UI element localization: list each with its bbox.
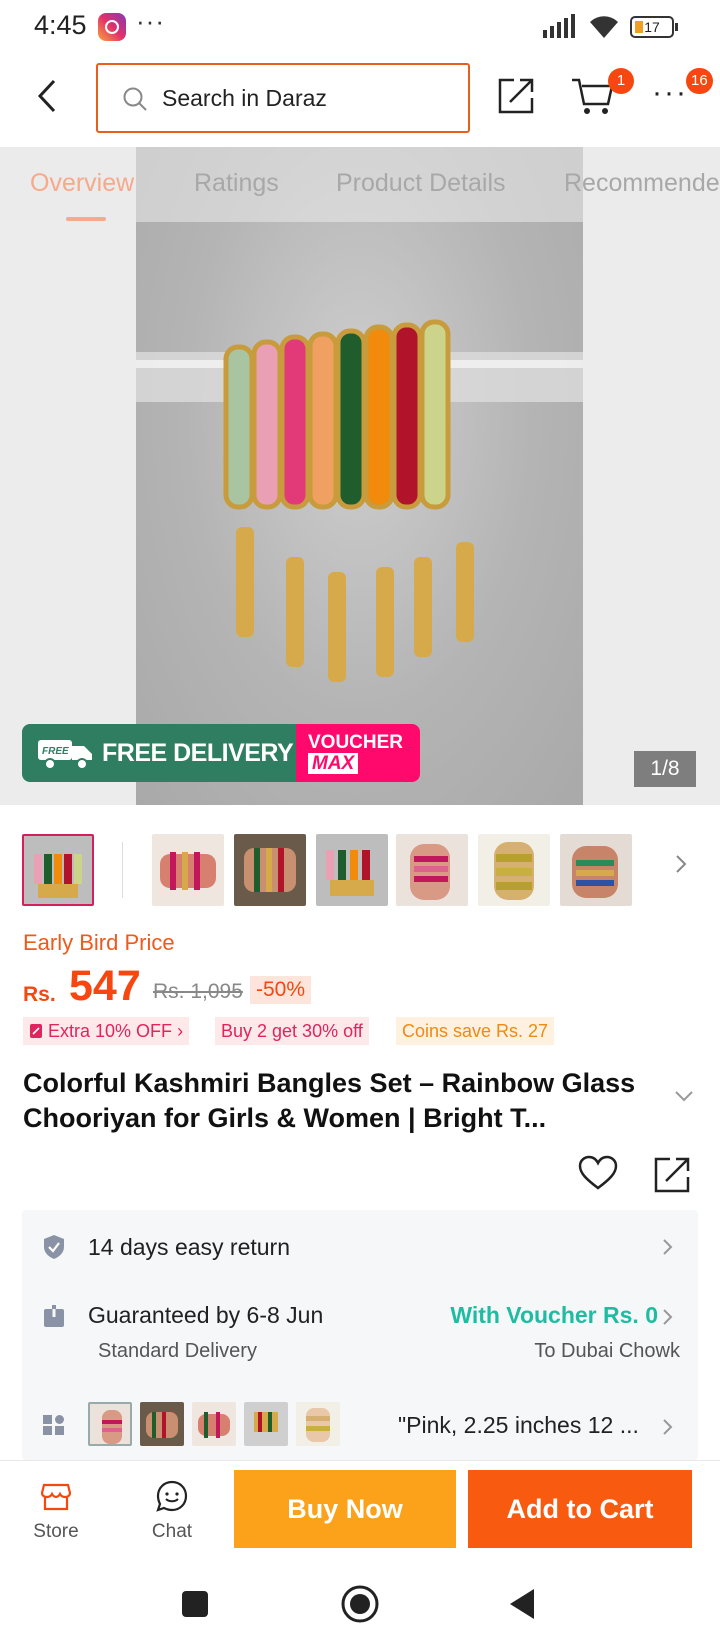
chevron-right-icon: › xyxy=(177,1021,184,1041)
store-icon xyxy=(40,1483,72,1511)
battery-level: 17 xyxy=(644,19,660,35)
notification-count-badge: 16 xyxy=(686,68,713,94)
return-policy-row[interactable]: 14 days easy return xyxy=(22,1210,698,1280)
chevron-down-icon[interactable] xyxy=(674,1090,694,1102)
section-tabs: Overview Ratings Product Details Recomme… xyxy=(0,147,720,222)
variant-thumbnail-4[interactable] xyxy=(244,1402,288,1446)
status-time: 4:45 xyxy=(34,10,87,40)
image-counter: 1/8 xyxy=(634,751,696,787)
free-delivery-banner: FREE FREE DELIVERY VOUCHER MAX xyxy=(22,724,420,782)
package-icon xyxy=(44,1305,64,1327)
variant-thumbnail-1[interactable] xyxy=(88,1402,132,1446)
share-icon[interactable] xyxy=(652,1155,692,1195)
cart-count-badge: 1 xyxy=(608,68,634,94)
variant-thumbnail-2[interactable] xyxy=(140,1402,184,1446)
service-info-box: 14 days easy return Guaranteed by 6-8 Ju… xyxy=(22,1210,698,1460)
search-input[interactable]: Search in Daraz xyxy=(96,63,470,133)
active-tab-indicator xyxy=(66,217,106,221)
voucher-icon xyxy=(30,1024,42,1038)
early-bird-label: Early Bird Price xyxy=(23,930,175,955)
return-policy-text: 14 days easy return xyxy=(88,1234,291,1260)
top-header: Search in Daraz 1 ··· 16 xyxy=(0,56,720,144)
delivery-type-text: Standard Delivery xyxy=(98,1340,257,1362)
product-title[interactable]: Colorful Kashmiri Bangles Set – Rainbow … xyxy=(23,1066,663,1136)
thumbnail-2[interactable] xyxy=(152,834,224,906)
battery-indicator: 17 xyxy=(630,16,678,38)
back-arrow-icon[interactable] xyxy=(36,78,58,114)
voucher-max-section: VOUCHER MAX xyxy=(296,724,420,782)
selected-variant-text: "Pink, 2.25 inches 12 ... xyxy=(398,1412,639,1438)
signal-icon xyxy=(543,14,575,38)
home-icon[interactable] xyxy=(340,1584,380,1624)
discount-badge: -50% xyxy=(250,976,312,1004)
more-notifications-icon: ··· xyxy=(136,6,165,36)
extra-off-text: Extra 10% OFF xyxy=(48,1021,173,1041)
thumbnail-strip xyxy=(22,834,712,910)
chevron-right-icon[interactable] xyxy=(674,852,688,876)
search-icon xyxy=(123,87,147,111)
free-tag: FREE xyxy=(42,746,69,757)
wifi-icon xyxy=(590,16,618,38)
tab-ratings[interactable]: Ratings xyxy=(194,169,279,198)
bottom-action-bar: Store Chat Buy Now Add to Cart xyxy=(0,1460,720,1554)
add-to-cart-button[interactable]: Add to Cart xyxy=(468,1470,692,1548)
variant-thumbnail-5[interactable] xyxy=(296,1402,340,1446)
product-gallery[interactable]: Overview Ratings Product Details Recomme… xyxy=(0,147,720,805)
voucher-shipping-text: With Voucher Rs. 0 xyxy=(450,1302,658,1328)
thumbnail-5[interactable] xyxy=(396,834,468,906)
status-bar: 4:45 ··· 17 xyxy=(0,0,720,54)
variant-row[interactable]: "Pink, 2.25 inches 12 ... xyxy=(22,1402,698,1452)
chat-icon xyxy=(156,1480,188,1512)
coins-tag[interactable]: Coins save Rs. 27 xyxy=(396,1017,555,1045)
voucher-label: VOUCHER xyxy=(308,732,404,753)
shield-check-icon xyxy=(44,1235,64,1259)
chevron-right-icon xyxy=(663,1239,673,1255)
more-options-icon[interactable]: ··· xyxy=(652,76,688,110)
thumbnail-6[interactable] xyxy=(478,834,550,906)
recent-apps-icon[interactable] xyxy=(181,1590,209,1618)
bundle-tag[interactable]: Buy 2 get 30% off xyxy=(215,1017,369,1045)
thumbnail-7[interactable] xyxy=(560,834,632,906)
tab-overview[interactable]: Overview xyxy=(30,169,134,198)
delivery-date-text: Guaranteed by 6-8 Jun xyxy=(88,1302,324,1328)
heart-icon[interactable] xyxy=(578,1155,618,1191)
thumbnail-4[interactable] xyxy=(316,834,388,906)
thumbnail-1[interactable] xyxy=(22,834,94,906)
original-price: Rs. 1,095 xyxy=(153,980,243,1003)
max-label: MAX xyxy=(308,753,359,774)
tab-recommended[interactable]: Recommended xyxy=(564,169,720,198)
currency-label: Rs. xyxy=(23,983,56,1006)
thumbnail-3[interactable] xyxy=(234,834,306,906)
current-price: 547 xyxy=(69,962,141,1010)
buy-now-button[interactable]: Buy Now xyxy=(234,1470,456,1548)
back-nav-icon[interactable] xyxy=(508,1587,536,1621)
delivery-location-text: To Dubai Chowk xyxy=(534,1340,680,1362)
delivery-truck-icon: FREE xyxy=(38,740,92,770)
chat-label: Chat xyxy=(151,1521,193,1542)
free-delivery-text: FREE DELIVERY xyxy=(102,738,294,767)
search-placeholder: Search in Daraz xyxy=(162,85,327,111)
chevron-right-icon xyxy=(663,1419,673,1435)
delivery-row[interactable]: Guaranteed by 6-8 Jun Standard Delivery … xyxy=(22,1296,698,1376)
chevron-right-icon xyxy=(663,1309,673,1325)
thumbnail-divider xyxy=(122,842,123,898)
product-image[interactable] xyxy=(136,147,583,805)
share-icon[interactable] xyxy=(496,76,536,116)
system-nav-bar xyxy=(0,1554,720,1650)
variant-grid-icon xyxy=(43,1415,64,1435)
free-delivery-section: FREE FREE DELIVERY xyxy=(22,724,296,782)
instagram-icon xyxy=(98,13,126,41)
extra-off-tag[interactable]: Extra 10% OFF › xyxy=(23,1017,190,1045)
tab-product-details[interactable]: Product Details xyxy=(336,169,506,198)
store-label: Store xyxy=(33,1521,79,1542)
variant-thumbnail-3[interactable] xyxy=(192,1402,236,1446)
bangles-illustration xyxy=(136,319,583,682)
